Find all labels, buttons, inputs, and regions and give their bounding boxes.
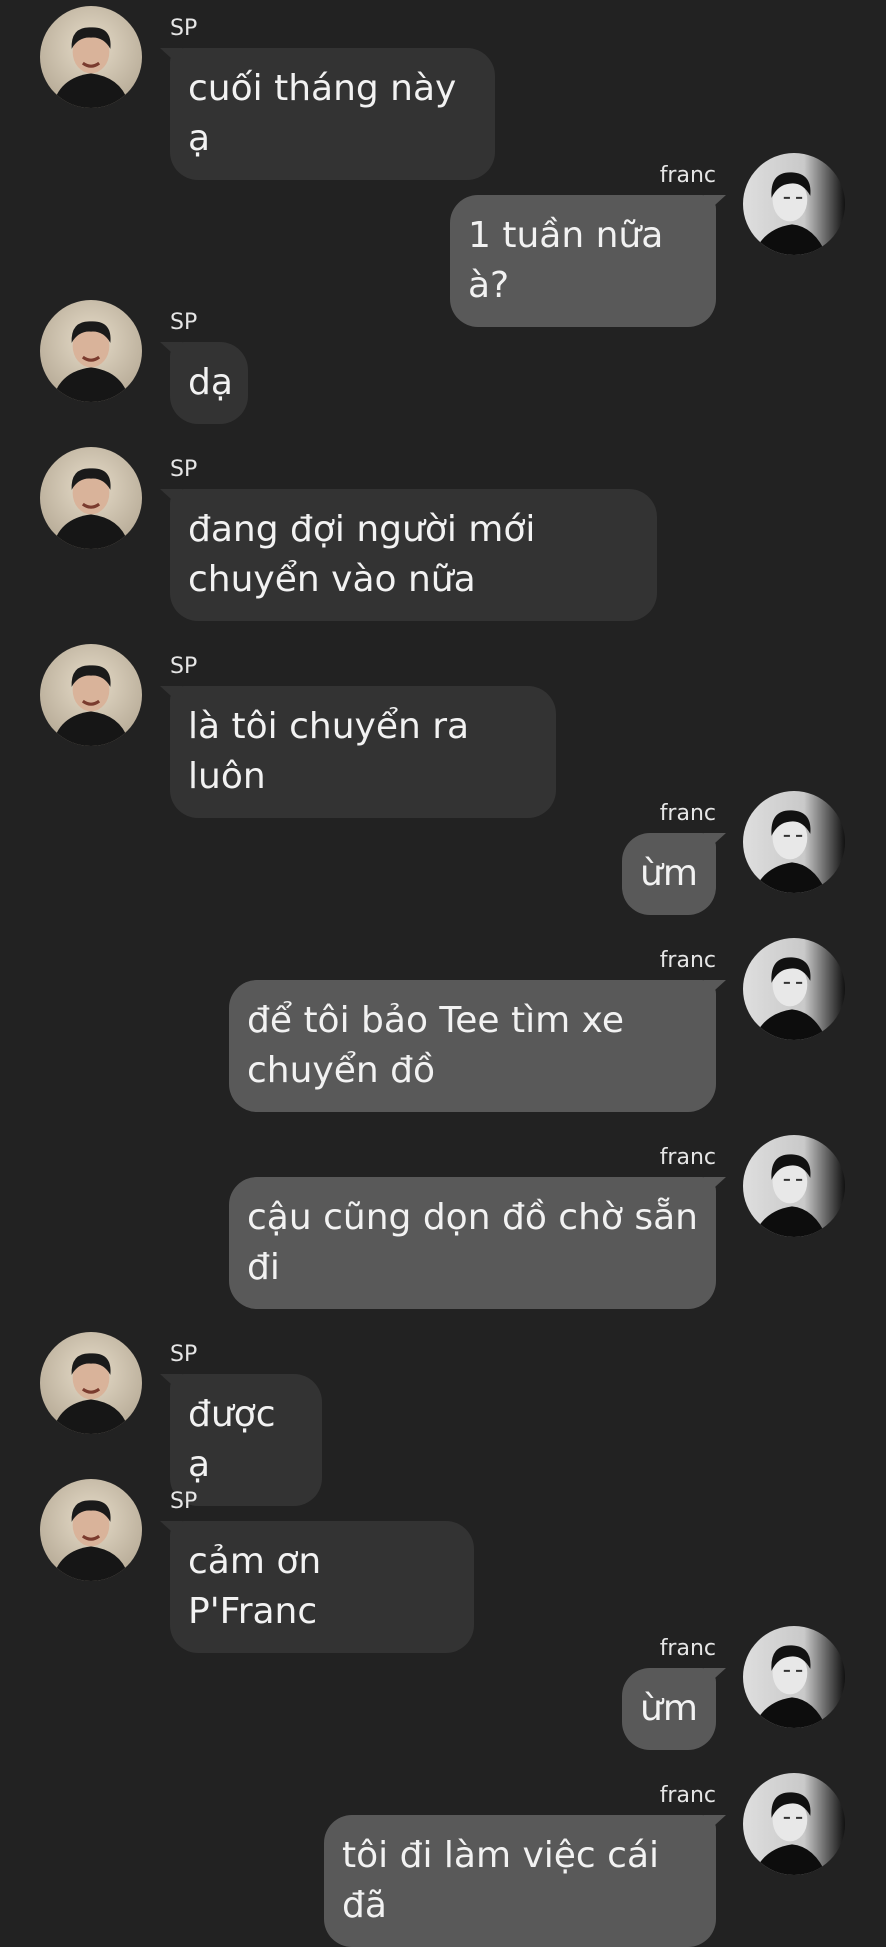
avatar-sp-image [40,300,142,402]
sender-name: franc [659,163,716,188]
message-bubble[interactable]: cậu cũng dọn đồ chờ sẵn đi [229,1177,726,1309]
avatar-franc-image [743,1626,845,1728]
sender-name: SP [170,654,198,679]
sender-name: SP [170,1489,198,1514]
avatar-sp-icon[interactable] [40,6,142,108]
message-bubble[interactable]: tôi đi làm việc cái đã [324,1815,726,1947]
avatar-sp-image [40,644,142,746]
message-bubble[interactable]: được ạ [160,1374,322,1506]
avatar-sp-image [40,1479,142,1581]
avatar-sp-icon[interactable] [40,644,142,746]
message-bubble[interactable]: dạ [160,342,248,424]
avatar-sp-icon[interactable] [40,300,142,402]
avatar-franc-icon[interactable] [743,1773,845,1875]
avatar-franc-image [743,153,845,255]
avatar-franc-icon[interactable] [743,1626,845,1728]
avatar-franc-icon[interactable] [743,1135,845,1237]
sender-name: SP [170,16,198,41]
avatar-sp-image [40,6,142,108]
avatar-franc-image [743,1135,845,1237]
sender-name: franc [659,1145,716,1170]
avatar-sp-icon[interactable] [40,447,142,549]
message-bubble[interactable]: để tôi bảo Tee tìm xe chuyển đồ [229,980,726,1112]
message-bubble[interactable]: ừm [622,833,726,915]
sender-name: SP [170,310,198,335]
avatar-sp-icon[interactable] [40,1479,142,1581]
avatar-franc-icon[interactable] [743,938,845,1040]
avatar-sp-image [40,1332,142,1434]
avatar-sp-image [40,447,142,549]
avatar-franc-image [743,791,845,893]
chat-thread[interactable]: SP cuối tháng này ạ franc 1 tuần nữa à? [0,0,886,1947]
message-bubble[interactable]: cuối tháng này ạ [160,48,495,180]
avatar-franc-image [743,1773,845,1875]
avatar-franc-image [743,938,845,1040]
message-bubble[interactable]: đang đợi người mới chuyển vào nữa [160,489,657,621]
message-bubble[interactable]: ừm [622,1668,726,1750]
sender-name: SP [170,457,198,482]
avatar-franc-icon[interactable] [743,791,845,893]
sender-name: franc [659,1636,716,1661]
message-bubble[interactable]: cảm ơn P'Franc [160,1521,474,1653]
sender-name: franc [659,1783,716,1808]
avatar-sp-icon[interactable] [40,1332,142,1434]
sender-name: franc [659,801,716,826]
sender-name: franc [659,948,716,973]
avatar-franc-icon[interactable] [743,153,845,255]
message-bubble[interactable]: là tôi chuyển ra luôn [160,686,556,818]
sender-name: SP [170,1342,198,1367]
message-bubble[interactable]: 1 tuần nữa à? [450,195,726,327]
